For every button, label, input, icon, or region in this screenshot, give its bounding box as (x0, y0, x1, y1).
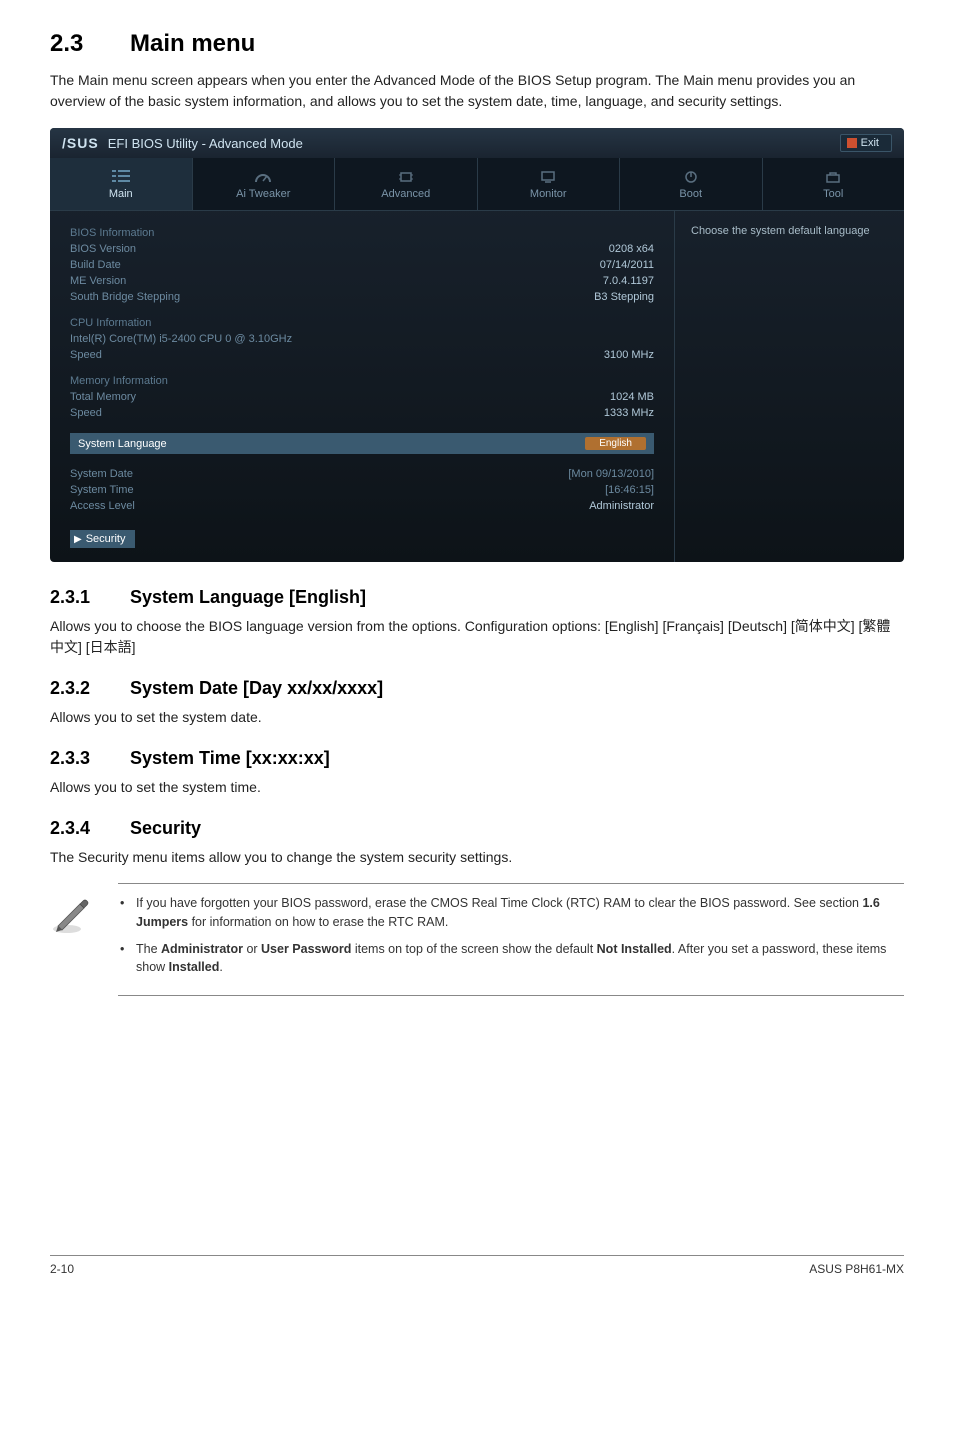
tab-boot-label: Boot (679, 188, 702, 200)
sub-heading-2: 2.3.2System Date [Day xx/xx/xxxx] (50, 678, 904, 699)
exit-label: Exit (861, 137, 879, 149)
system-time-row[interactable]: System Time[16:46:15] (70, 482, 654, 498)
toolbox-icon (824, 170, 842, 184)
system-language-row[interactable]: System Language English (70, 433, 654, 454)
tab-tweaker-label: Ai Tweaker (236, 188, 290, 200)
bios-titlebar: /SUS EFI BIOS Utility - Advanced Mode Ex… (50, 128, 904, 158)
access-level-row: Access LevelAdministrator (70, 498, 654, 514)
footer-product: ASUS P8H61-MX (809, 1262, 904, 1276)
tab-monitor[interactable]: Monitor (478, 158, 621, 210)
monitor-icon (539, 170, 557, 184)
note-box: If you have forgotten your BIOS password… (50, 884, 904, 995)
tab-advanced[interactable]: Advanced (335, 158, 478, 210)
bios-version-row: BIOS Version0208 x64 (70, 241, 654, 257)
security-label: Security (86, 533, 126, 545)
tab-tool-label: Tool (823, 188, 843, 200)
cpu-information-heading: CPU Information (70, 315, 654, 331)
note-item-1: If you have forgotten your BIOS password… (136, 894, 904, 932)
system-language-value: English (585, 437, 646, 450)
list-icon (112, 170, 130, 184)
power-icon (682, 170, 700, 184)
chip-icon (397, 170, 415, 184)
tab-monitor-label: Monitor (530, 188, 567, 200)
bios-content: BIOS Information BIOS Version0208 x64 Bu… (50, 211, 904, 562)
cpu-speed-row: Speed3100 MHz (70, 347, 654, 363)
me-version-row: ME Version7.0.4.1197 (70, 273, 654, 289)
bios-utility-title: EFI BIOS Utility - Advanced Mode (108, 136, 303, 151)
bios-information-heading: BIOS Information (70, 225, 654, 241)
bios-title-group: /SUS EFI BIOS Utility - Advanced Mode (62, 135, 303, 151)
sub-heading-3: 2.3.3System Time [xx:xx:xx] (50, 748, 904, 769)
gauge-icon (254, 170, 272, 184)
note-content: If you have forgotten your BIOS password… (118, 883, 904, 996)
memory-information-heading: Memory Information (70, 373, 654, 389)
cpu-model-row: Intel(R) Core(TM) i5-2400 CPU 0 @ 3.10GH… (70, 331, 654, 347)
exit-button[interactable]: Exit (840, 134, 892, 152)
sub-text-2: Allows you to set the system date. (50, 707, 904, 728)
security-submenu[interactable]: ▶ Security (70, 530, 135, 548)
note-item-2: The Administrator or User Password items… (136, 940, 904, 978)
asus-logo: /SUS (62, 135, 99, 151)
tab-tweaker[interactable]: Ai Tweaker (193, 158, 336, 210)
note-icon-column (50, 884, 100, 936)
section-title: Main menu (130, 30, 255, 57)
build-date-row: Build Date07/14/2011 (70, 257, 654, 273)
system-language-label: System Language (78, 438, 167, 450)
section-heading: 2.3Main menu (50, 30, 904, 58)
page-footer: 2-10 ASUS P8H61-MX (50, 1255, 904, 1276)
page-number: 2-10 (50, 1262, 74, 1276)
system-date-row[interactable]: System Date[Mon 09/13/2010] (70, 466, 654, 482)
pen-icon (50, 894, 92, 936)
tab-boot[interactable]: Boot (620, 158, 763, 210)
tab-tool[interactable]: Tool (763, 158, 905, 210)
intro-text: The Main menu screen appears when you en… (50, 70, 904, 112)
sub-text-3: Allows you to set the system time. (50, 777, 904, 798)
tab-advanced-label: Advanced (381, 188, 430, 200)
south-bridge-row: South Bridge SteppingB3 Stepping (70, 289, 654, 305)
tab-main-label: Main (109, 188, 133, 200)
exit-icon (847, 138, 857, 148)
sub-heading-4: 2.3.4Security (50, 818, 904, 839)
bios-screenshot: /SUS EFI BIOS Utility - Advanced Mode Ex… (50, 128, 904, 562)
bios-main-panel: BIOS Information BIOS Version0208 x64 Bu… (50, 211, 674, 562)
bios-help-panel: Choose the system default language (674, 211, 904, 562)
section-number: 2.3 (50, 30, 130, 58)
total-memory-row: Total Memory1024 MB (70, 389, 654, 405)
memory-speed-row: Speed1333 MHz (70, 405, 654, 421)
tab-main[interactable]: Main (50, 158, 193, 210)
chevron-right-icon: ▶ (74, 534, 82, 545)
sub-text-4: The Security menu items allow you to cha… (50, 847, 904, 868)
sub-heading-1: 2.3.1System Language [English] (50, 587, 904, 608)
sub-text-1: Allows you to choose the BIOS language v… (50, 616, 904, 658)
help-text: Choose the system default language (691, 225, 870, 237)
bios-tab-bar: Main Ai Tweaker Advanced Monitor Boot To… (50, 158, 904, 211)
